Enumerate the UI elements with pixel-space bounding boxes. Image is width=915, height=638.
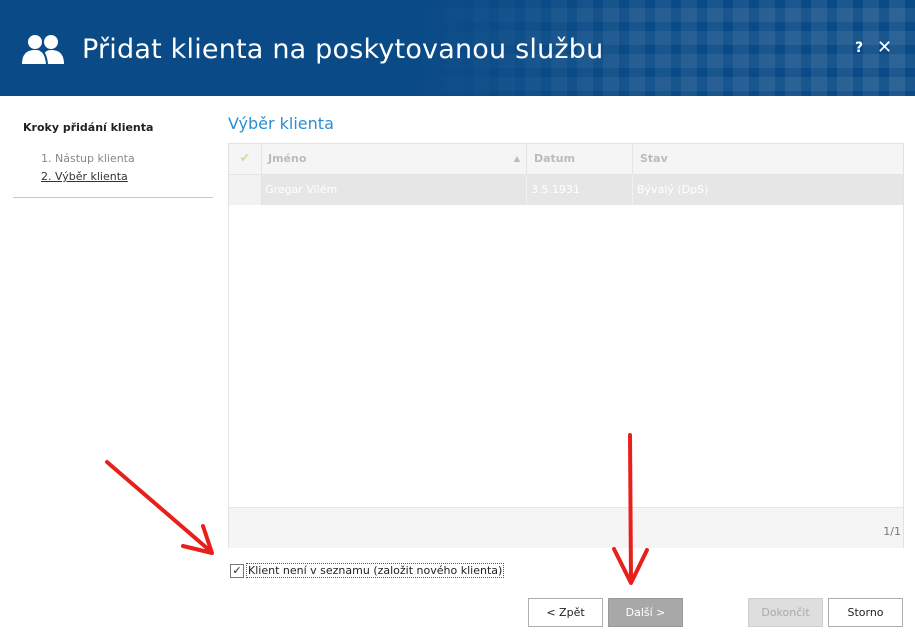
select-all-check-icon[interactable]: ✔ [229, 144, 262, 174]
sidebar-step-nastup[interactable]: 1. Nástup klienta [41, 152, 135, 165]
row-select-cell[interactable] [229, 175, 262, 205]
section-title: Výběr klienta [228, 114, 334, 133]
help-icon[interactable]: ? [855, 40, 863, 56]
client-grid: ✔ Jméno ▲ Datum narození Stav Gregar Vil… [228, 143, 904, 548]
next-button[interactable]: Další > [608, 598, 683, 627]
close-icon[interactable]: ✕ [877, 37, 892, 58]
cell-name: Gregar Vilém [261, 175, 527, 205]
sidebar-step-vyber[interactable]: 2. Výběr klienta [41, 170, 128, 183]
dialog-title: Přidat klienta na poskytovanou službu [82, 34, 604, 65]
column-header-dob[interactable]: Datum narození [527, 144, 633, 195]
cell-dob: 3.5.1931 [527, 175, 633, 205]
back-button[interactable]: < Zpět [528, 598, 603, 627]
new-client-checkbox-label[interactable]: Klient není v seznamu (založit nového kl… [246, 563, 505, 578]
finish-button[interactable]: Dokončit [748, 598, 823, 627]
cancel-button[interactable]: Storno [828, 598, 903, 627]
sidebar-divider [13, 197, 213, 198]
new-client-checkbox[interactable]: ✓ [230, 564, 244, 578]
users-icon [22, 35, 64, 65]
cell-stav: Bývalý (DpS) [637, 183, 709, 196]
grid-header: ✔ Jméno ▲ Datum narození Stav [229, 144, 903, 195]
annotation-arrow-checkbox [105, 460, 214, 555]
pager-indicator: 1/1 [883, 525, 901, 538]
sidebar-title: Kroky přidání klienta [23, 121, 154, 134]
column-header-name[interactable]: Jméno ▲ [261, 144, 527, 174]
dialog-header: Přidat klienta na poskytovanou službu ? … [0, 0, 915, 96]
grid-footer: 1/1 [229, 507, 903, 548]
column-header-name-label: Jméno [268, 152, 307, 165]
column-header-stav[interactable]: Stav [633, 144, 668, 174]
table-row[interactable]: Gregar Vilém 3.5.1931 Bývalý (DpS) [229, 175, 903, 205]
sort-ascending-icon: ▲ [513, 154, 520, 163]
